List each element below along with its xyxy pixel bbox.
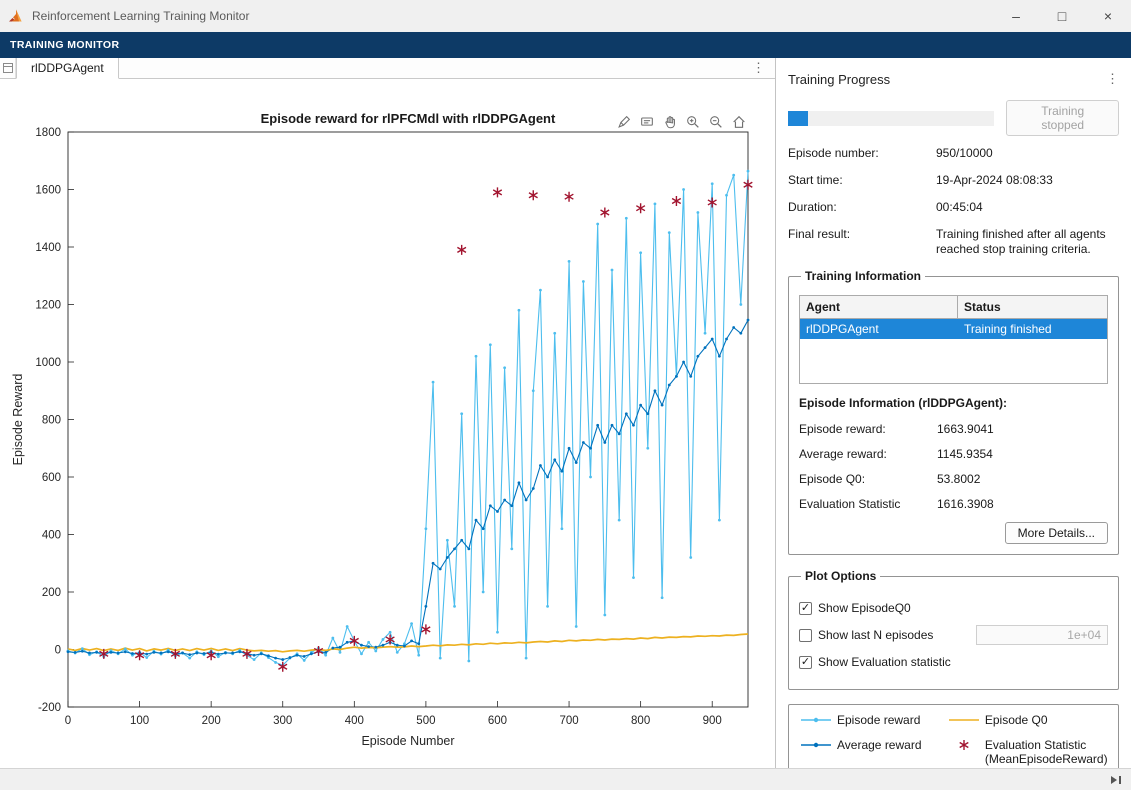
legend-evaluation-statistic: Evaluation Statistic (MeanEpisodeReward) [947, 738, 1108, 766]
tabstrip-menu-icon[interactable]: ⋮ [742, 58, 775, 78]
final-result-label: Final result: [788, 227, 936, 257]
reward-chart[interactable]: 0 100 200 300 400 500 600 700 800 900 -200 0 200 400 6… [0, 79, 776, 765]
training-progress-bar [788, 111, 994, 126]
svg-text:1600: 1600 [35, 185, 61, 197]
close-button[interactable]: × [1085, 0, 1131, 32]
episode-number-label: Episode number: [788, 146, 936, 161]
episode-information-title: Episode Information (rlDDPGAgent): [799, 396, 1108, 410]
evaluation-statistic-label: Evaluation Statistic [799, 497, 937, 511]
svg-text:1400: 1400 [35, 242, 61, 254]
svg-text:200: 200 [42, 587, 61, 599]
training-information-group: Training Information Agent Status rlDDPG… [788, 269, 1119, 555]
chart-toolbar [614, 112, 749, 132]
svg-text:800: 800 [631, 715, 650, 727]
plot-options-title: Plot Options [801, 569, 880, 583]
chart-region: 0 100 200 300 400 500 600 700 800 900 -200 0 200 400 6… [0, 79, 775, 768]
agents-table: Agent Status rlDDPGAgent Training finish… [799, 295, 1108, 384]
evaluation-statistic-marker-icon [947, 738, 981, 755]
show-evaluation-statistic-checkbox[interactable]: ✓ [799, 656, 812, 669]
svg-text:400: 400 [345, 715, 364, 727]
episode-reward-label: Episode reward: [799, 422, 937, 436]
show-episodeq0-label: Show EpisodeQ0 [818, 601, 911, 615]
episode-q0-label: Episode Q0: [799, 472, 937, 486]
chart-legend: Episode reward Episode Q0 Average reward… [788, 704, 1119, 768]
pan-icon[interactable] [660, 112, 680, 132]
duration-label: Duration: [788, 200, 936, 215]
svg-text:700: 700 [559, 715, 578, 727]
svg-text:0: 0 [65, 715, 71, 727]
svg-text:0: 0 [55, 645, 61, 657]
evaluation-statistic-value: 1616.3908 [937, 497, 994, 511]
svg-text:1000: 1000 [35, 357, 61, 369]
show-last-n-episodes-label: Show last N episodes [818, 628, 933, 642]
zoom-out-icon[interactable] [706, 112, 726, 132]
training-information-title: Training Information [801, 269, 925, 283]
svg-text:900: 900 [703, 715, 722, 727]
svg-text:600: 600 [42, 472, 61, 484]
average-reward-label: Average reward: [799, 447, 937, 461]
window-title: Reinforcement Learning Training Monitor [32, 9, 249, 23]
svg-text:Episode Reward: Episode Reward [11, 374, 25, 466]
figure-area: rlDDPGAgent ⋮ [0, 58, 776, 768]
svg-text:300: 300 [273, 715, 292, 727]
panel-grip-icon[interactable] [0, 58, 16, 78]
start-time-value: 19-Apr-2024 08:08:33 [936, 173, 1119, 188]
episode-reward-value: 1663.9041 [937, 422, 994, 436]
ribbon: TRAINING MONITOR [0, 32, 1131, 58]
svg-text:1200: 1200 [35, 300, 61, 312]
svg-text:800: 800 [42, 415, 61, 427]
svg-text:500: 500 [416, 715, 435, 727]
legend-episode-q0: Episode Q0 [947, 713, 1108, 730]
training-stopped-button[interactable]: Training stopped [1006, 100, 1119, 136]
svg-text:-200: -200 [38, 702, 61, 714]
matlab-logo-icon [8, 8, 24, 24]
start-time-label: Start time: [788, 173, 936, 188]
legend-average-reward: Average reward [799, 738, 943, 766]
episode-reward-marker-icon [799, 713, 833, 730]
app-window: Reinforcement Learning Training Monitor … [0, 0, 1131, 790]
show-last-n-episodes-checkbox[interactable] [799, 629, 812, 642]
agents-table-empty-area [800, 339, 1107, 383]
show-episodeq0-checkbox[interactable]: ✓ [799, 602, 812, 615]
maximize-button[interactable]: □ [1039, 0, 1085, 32]
average-reward-marker-icon [799, 738, 833, 755]
svg-text:Episode reward for rlPFCMdl wi: Episode reward for rlPFCMdl with rlDDPGA… [261, 111, 556, 126]
training-progress-panel: Training Progress ⋮ Training stopped Epi… [776, 58, 1131, 768]
panel-title: Training Progress [788, 72, 890, 87]
agents-table-header: Agent Status [800, 296, 1107, 319]
svg-text:Episode Number: Episode Number [361, 734, 454, 748]
tab-rlddpgagent[interactable]: rlDDPGAgent [16, 58, 119, 79]
episode-q0-value: 53.8002 [937, 472, 980, 486]
svg-text:400: 400 [42, 530, 61, 542]
plot-options-group: Plot Options ✓ Show EpisodeQ0 Show last … [788, 569, 1119, 690]
svg-text:100: 100 [130, 715, 149, 727]
statusbar [0, 768, 1131, 790]
expand-statusbar-icon[interactable] [1110, 775, 1123, 785]
minimize-button[interactable]: – [993, 0, 1039, 32]
last-n-episodes-input[interactable] [976, 625, 1108, 645]
episode-number-value: 950/10000 [936, 146, 1119, 161]
ribbon-tab-training-monitor[interactable]: TRAINING MONITOR [10, 39, 119, 51]
average-reward-value: 1145.9354 [937, 447, 993, 461]
tabstrip: rlDDPGAgent ⋮ [0, 58, 775, 79]
datatips-icon[interactable] [637, 112, 657, 132]
svg-text:1800: 1800 [35, 127, 61, 139]
legend-episode-reward: Episode reward [799, 713, 943, 730]
more-details-button[interactable]: More Details... [1005, 522, 1108, 544]
svg-text:200: 200 [202, 715, 221, 727]
home-icon[interactable] [729, 112, 749, 132]
panel-menu-icon[interactable]: ⋮ [1096, 71, 1119, 87]
final-result-value: Training finished after all agents reach… [936, 227, 1119, 257]
progress-fill [788, 111, 808, 126]
duration-value: 00:45:04 [936, 200, 1119, 215]
brush-icon[interactable] [614, 112, 634, 132]
titlebar: Reinforcement Learning Training Monitor … [0, 0, 1131, 32]
show-evaluation-statistic-label: Show Evaluation statistic [818, 655, 951, 669]
svg-text:600: 600 [488, 715, 507, 727]
episode-q0-marker-icon [947, 713, 981, 730]
agent-table-row[interactable]: rlDDPGAgent Training finished [800, 319, 1107, 339]
zoom-in-icon[interactable] [683, 112, 703, 132]
